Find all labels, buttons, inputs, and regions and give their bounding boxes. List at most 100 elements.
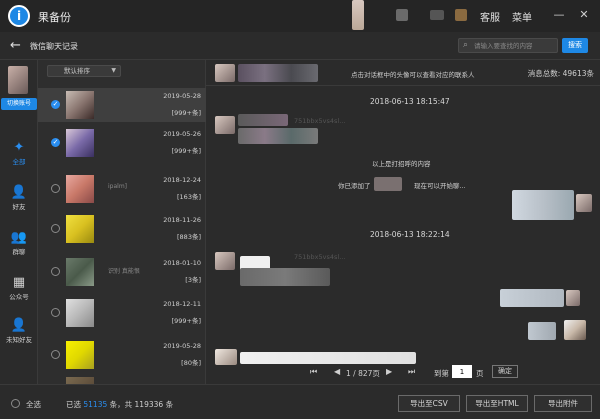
row-date: 2018-11-26: [163, 216, 201, 224]
message-text: 751bbx5vs4sl...: [294, 117, 346, 125]
customer-service-menu[interactable]: 客服: [480, 9, 500, 24]
nav-friends[interactable]: 👤 好友: [0, 185, 38, 211]
sort-dropdown[interactable]: 默认排序 ▼: [47, 65, 121, 77]
chevron-down-icon: ▼: [111, 67, 116, 74]
friend-icon: 👤: [10, 185, 28, 200]
first-page-button[interactable]: ⏮: [310, 367, 317, 377]
close-button[interactable]: ✕: [575, 6, 593, 24]
message-bubble: [238, 114, 288, 126]
message-avatar[interactable]: [566, 290, 580, 306]
goto-label: 到第: [434, 369, 449, 378]
confirm-page-button[interactable]: 确定: [492, 365, 518, 378]
nav-all[interactable]: ✦ 全部: [0, 140, 38, 166]
nav-label: 未知好友: [6, 336, 32, 344]
contact-avatar: [66, 129, 94, 157]
export-html-button[interactable]: 导出至HTML: [466, 395, 528, 412]
selection-summary: 已选 51135 条，共 119336 条: [66, 399, 173, 410]
row-count: [3条]: [185, 276, 201, 284]
selected-count: 51135: [83, 400, 108, 409]
sort-label: 默认排序: [64, 67, 90, 75]
next-page-button[interactable]: ▶: [386, 367, 392, 376]
selected-prefix: 已选: [66, 400, 81, 409]
row-checkbox[interactable]: ✓: [51, 100, 60, 109]
export-csv-button[interactable]: 导出至CSV: [398, 395, 460, 412]
contact-avatar: [66, 175, 94, 203]
list-item[interactable]: 2018-11-26 [883条]: [38, 212, 206, 246]
app-title: 果备份: [38, 11, 71, 24]
page-title: 微信聊天记录: [30, 42, 78, 51]
page-number-input[interactable]: [452, 365, 472, 378]
list-item[interactable]: ✓ 2019-05-26 [999+条]: [38, 126, 206, 160]
blurred-menu-item: [430, 10, 444, 20]
system-message: 你已添加了: [338, 182, 371, 190]
footer-bar: 全选 已选 51135 条，共 119336 条 导出至CSV 导出至HTML …: [0, 384, 600, 419]
last-page-button[interactable]: ⏭: [408, 367, 415, 377]
message-timestamp: 2018-06-13 18:15:47: [370, 97, 450, 106]
row-count: [80条]: [181, 359, 201, 367]
account-avatar: [8, 66, 28, 94]
search-button[interactable]: 搜索: [562, 38, 588, 53]
chat-panel: 点击对话框中的头像可以查看对应的联系人 消息总数: 49613条 2018-06…: [206, 60, 600, 384]
message-avatar[interactable]: [215, 252, 235, 270]
blurred-avatar: [352, 0, 364, 30]
prev-page-button[interactable]: ◀: [334, 367, 340, 376]
message-avatar[interactable]: [576, 194, 592, 212]
row-checkbox[interactable]: [51, 350, 60, 359]
search-input[interactable]: [474, 40, 556, 51]
unknown-user-icon: 👤: [10, 318, 28, 333]
row-checkbox[interactable]: [51, 267, 60, 276]
main-menu[interactable]: 菜单: [512, 9, 532, 24]
list-item[interactable]: [38, 374, 206, 387]
selected-suffix: 条: [165, 400, 174, 409]
contact-avatar: [66, 215, 94, 243]
chat-contact-name: [238, 64, 318, 82]
row-checkbox[interactable]: [51, 308, 60, 317]
nav-label: 群聊: [12, 248, 26, 256]
minimize-button[interactable]: —: [550, 6, 568, 24]
nav-official-accounts[interactable]: ▦ 公众号: [0, 275, 38, 301]
blurred-menu-item: [455, 9, 467, 21]
page-unit-label: 页: [476, 369, 484, 378]
chat-contact-avatar[interactable]: [215, 64, 235, 82]
pagination: ⏮ ◀ 1 / 827页 ▶ ⏭ 到第 页 确定: [206, 362, 600, 382]
select-all-label[interactable]: 全选: [26, 399, 41, 410]
contact-avatar: [66, 299, 94, 327]
back-arrow-icon[interactable]: ←: [10, 38, 21, 53]
row-date: 2019-05-28: [163, 342, 201, 350]
page-info: 1 / 827页: [346, 369, 380, 378]
row-date: 2019-05-26: [163, 130, 201, 138]
contact-avatar: [66, 258, 94, 286]
message-avatar[interactable]: [215, 116, 235, 134]
contact-avatar: [66, 341, 94, 369]
message-bubble: [512, 190, 574, 220]
nav-unknown-friends[interactable]: 👤 未知好友: [0, 318, 38, 344]
row-checkbox[interactable]: [51, 224, 60, 233]
row-date: 2019-05-28: [163, 92, 201, 100]
list-item[interactable]: 识别 真能恨 2018-01-10 [3条]: [38, 255, 206, 289]
list-item[interactable]: 2018-12-11 [999+条]: [38, 296, 206, 330]
message-text: 751bbx5vs4sl...: [294, 253, 346, 261]
blurred-name: [374, 177, 402, 191]
search-icon: ⌕: [463, 40, 469, 50]
nav-label: 好友: [12, 203, 26, 211]
export-attachments-button[interactable]: 导出附件: [534, 395, 592, 412]
row-name: 识别 真能恨: [108, 268, 140, 275]
list-item[interactable]: ✓ 2019-05-28 [999+条]: [38, 88, 206, 122]
nav-groups[interactable]: 👥 群聊: [0, 230, 38, 256]
nav-label: 全部: [12, 158, 26, 166]
row-name: ipalm]: [108, 183, 128, 190]
switch-account-button[interactable]: 切换账号: [1, 98, 37, 110]
list-item[interactable]: 2019-05-28 [80条]: [38, 338, 206, 372]
row-checkbox[interactable]: [51, 184, 60, 193]
message-bubble: [238, 128, 318, 144]
nav-label: 公众号: [9, 293, 29, 301]
select-all-checkbox[interactable]: [11, 399, 20, 408]
blurred-menu-item: [396, 9, 408, 21]
row-date: 2018-12-11: [163, 300, 201, 308]
message-bubble: [528, 322, 556, 340]
list-item[interactable]: ipalm] 2018-12-24 [163条]: [38, 172, 206, 206]
message-avatar[interactable]: [564, 320, 586, 340]
system-message: 以上是打招呼的内容: [372, 160, 431, 168]
contact-list: 默认排序 ▼ ✓ 2019-05-28 [999+条] ✓ 2019-05-26…: [38, 60, 206, 387]
row-checkbox[interactable]: ✓: [51, 138, 60, 147]
